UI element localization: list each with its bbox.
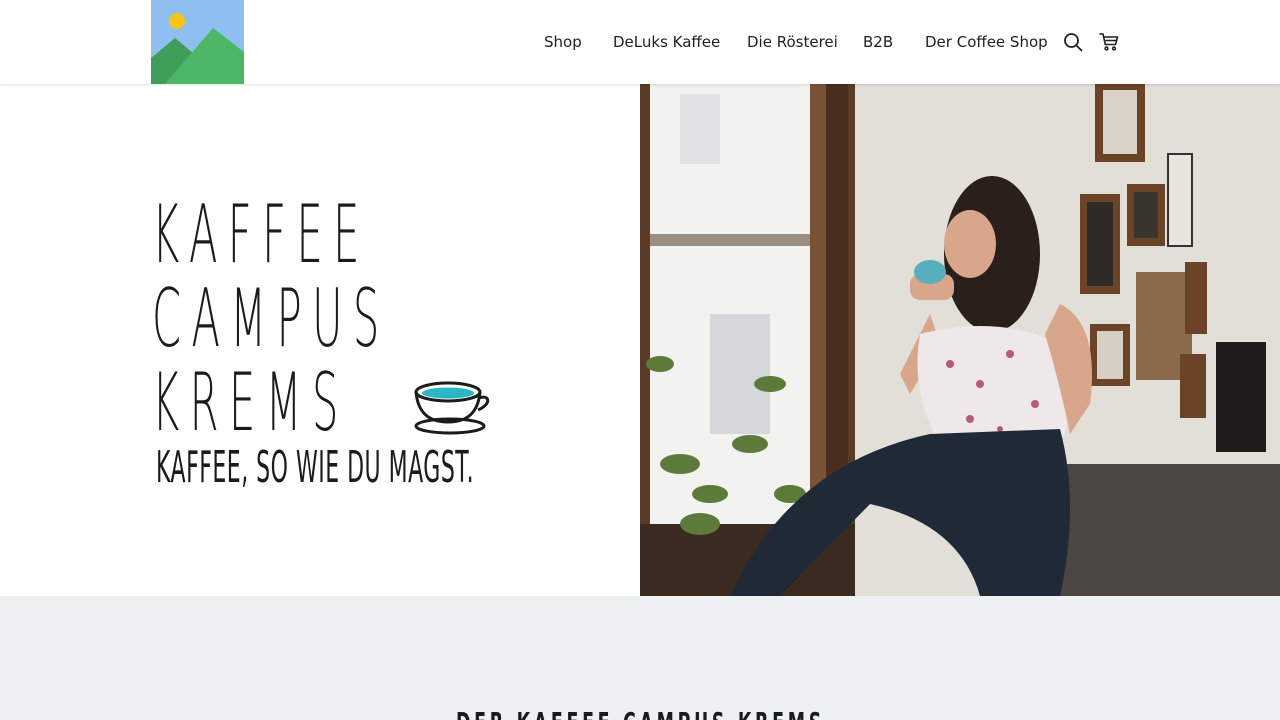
nav-der-coffee-shop[interactable]: Der Coffee Shop [925,31,1048,53]
tagline: KAFFEE, SO WIE DU MAGST. [156,442,475,493]
section-title-text: DER KAFFEE CAMPUS KREMS [456,706,825,720]
main-nav: Shop DeLuks Kaffee Die Rösterei B2B Der … [0,0,1280,84]
cart-icon[interactable] [1098,31,1120,53]
brand-line-krems: KREMS [152,356,349,449]
hero-photo [640,84,1280,596]
hero-text-panel: KAFFEE CAMPUS KREMS KAFFEE, SO WIE DU MA… [0,84,640,596]
nav-shop[interactable]: Shop [544,31,582,53]
woman-drinking-coffee-photo [640,84,1280,596]
search-icon[interactable] [1062,31,1084,53]
nav-die-roesterei[interactable]: Die Rösterei [747,31,838,53]
brand-line-campus: CAMPUS [152,272,390,365]
nav-b2b[interactable]: B2B [863,31,893,53]
site-header: Shop DeLuks Kaffee Die Rösterei B2B Der … [0,0,1280,84]
section-title: DER KAFFEE CAMPUS KREMS [0,706,1280,720]
about-section: DER KAFFEE CAMPUS KREMS [0,596,1280,720]
coffee-cup-icon [414,381,490,435]
brand-line-kaffee: KAFFEE [152,188,370,281]
nav-deluks-kaffee[interactable]: DeLuks Kaffee [613,31,720,53]
